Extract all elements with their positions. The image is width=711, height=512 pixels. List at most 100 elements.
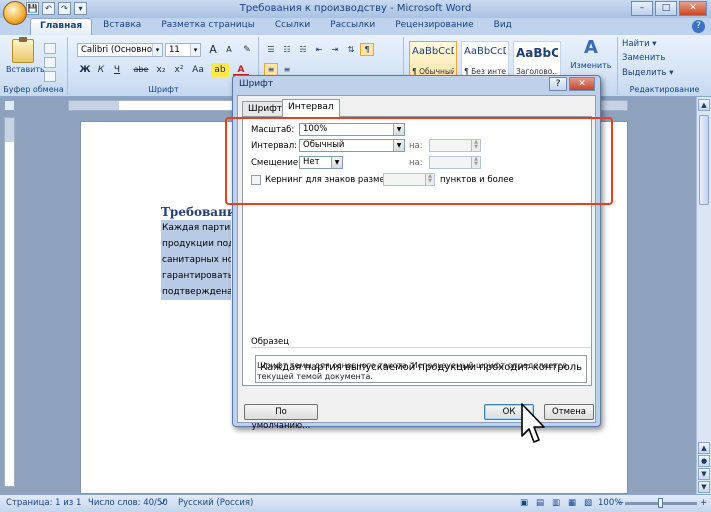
scroll-up-icon[interactable]: ▲ [698,99,710,111]
help-icon[interactable]: ? [692,20,705,33]
style-no-spacing[interactable]: AaBbCcDc ¶ Без инте... [461,41,509,79]
spellcheck-icon[interactable]: ✓ [160,498,167,508]
increase-indent-icon[interactable]: ⇥ [328,43,342,56]
zoom-in-icon[interactable]: + [700,498,707,508]
font-group: Calibri (Основной те ▾ 11 ▾ A A ✎ Ж К Ч … [69,37,259,95]
tab-page-layout[interactable]: Разметка страницы [152,18,264,35]
zoom-slider-thumb[interactable] [658,498,663,508]
font-group-label: Шрифт [148,85,179,94]
view-full-screen-icon[interactable]: ▤ [536,498,544,508]
vertical-scrollbar[interactable]: ▲ ▲ ● ▼ ▼ [696,97,711,494]
scroll-thumb[interactable] [699,115,709,205]
paste-button[interactable]: Вставить [6,37,45,79]
word-count[interactable]: Число слов: 40/50 [88,498,168,508]
tab-references[interactable]: Ссылки [266,18,319,35]
ruler-margin-top [5,118,14,142]
title-bar: 💾 ↶ ↷ ▾ Требования к производству - Micr… [0,0,711,18]
grow-font-icon[interactable]: A [205,43,221,57]
zoom-slider[interactable] [625,498,697,508]
doc-line: санитарных нор [162,255,231,265]
italic-button[interactable]: К [93,63,109,77]
document-selected-text: Каждая партия в продукции подв санитарны… [161,220,231,300]
tab-home[interactable]: Главная [30,18,93,35]
sample-legend: Образец [251,337,290,347]
doc-line: Каждая партия в [162,223,231,233]
editing-group-label: Редактирование [629,85,700,94]
maximize-button[interactable]: □ [655,1,677,16]
tab-review[interactable]: Рецензирование [386,18,482,35]
format-painter-icon[interactable] [44,71,56,82]
change-styles-icon: A [584,37,598,58]
window-title: Требования к производству - Microsoft Wo… [239,3,472,14]
find-button[interactable]: Найти ▾ [622,39,657,49]
copy-icon[interactable] [44,57,56,68]
change-case-button[interactable]: Aa [189,63,207,77]
doc-line: гарантировать п [162,271,231,281]
underline-button[interactable]: Ч [109,63,125,77]
view-outline-icon[interactable]: ▦ [568,498,576,508]
font-name-combo[interactable]: Calibri (Основной те ▾ [77,43,163,57]
prev-page-icon[interactable]: ▲ [698,442,710,454]
tab-mailings[interactable]: Рассылки [321,18,384,35]
office-button[interactable] [3,1,27,25]
font-size-combo[interactable]: 11 ▾ [165,43,201,57]
cut-icon[interactable] [44,43,56,54]
select-button[interactable]: Выделить ▾ [622,68,674,78]
sort-icon[interactable]: ⇅ [344,43,358,56]
chevron-down-icon: ▾ [152,44,162,56]
sample-divider [251,347,591,348]
mouse-cursor-icon [521,403,545,443]
language-indicator[interactable]: Русский (Россия) [178,498,253,508]
minimize-button[interactable]: – [631,1,653,16]
subscript-button[interactable]: x₂ [153,63,169,77]
tab-selector[interactable] [4,100,15,111]
ribbon-tabs-bar: Главная Вставка Разметка страницы Ссылки… [0,18,711,35]
annotation-highlight-frame [225,117,613,205]
dialog-close-button[interactable]: ✕ [569,77,595,91]
paste-label: Вставить [6,65,45,74]
decrease-indent-icon[interactable]: ⇤ [312,43,326,56]
change-styles-label: Изменить [570,61,612,70]
clipboard-group-label: Буфер обмена [3,85,64,94]
highlight-button[interactable]: ab [211,63,229,77]
paste-icon [12,37,34,63]
view-print-layout-icon[interactable]: ▣ [520,498,528,508]
vertical-ruler[interactable] [4,117,15,487]
view-web-icon[interactable]: ▥ [552,498,560,508]
tab-view[interactable]: Вид [485,18,521,35]
ruler-margin-left [69,101,119,110]
style-heading[interactable]: AaBbC Заголово... [513,41,561,79]
browse-object-icon[interactable]: ● [698,455,710,467]
sample-note: Шрифт темы для основного текста. Использ… [257,361,567,381]
zoom-out-icon[interactable]: − [617,498,624,508]
font-size-value: 11 [169,45,180,55]
doc-line: продукции подв [162,239,231,249]
bold-button[interactable]: Ж [77,63,93,77]
replace-button[interactable]: Заменить [622,53,665,63]
tab-insert[interactable]: Вставка [94,18,150,35]
numbering-icon[interactable]: ☷ [280,43,294,56]
dialog-help-button[interactable]: ? [549,77,567,91]
next-page-icon[interactable]: ▼ [698,468,710,480]
tab-interval[interactable]: Интервал [282,99,340,117]
multilevel-list-icon[interactable]: ☵ [296,43,310,56]
bullets-icon[interactable]: ☰ [264,43,278,56]
close-button[interactable]: ✕ [679,1,707,16]
cancel-button[interactable]: Отмена [544,404,594,420]
superscript-button[interactable]: x² [171,63,187,77]
style-sample: AaBbCcDc [412,46,454,57]
show-marks-icon[interactable]: ¶ [360,43,374,56]
clear-formatting-icon[interactable]: ✎ [239,43,255,57]
shrink-font-icon[interactable]: A [221,43,237,57]
strikethrough-button[interactable]: abe [131,63,151,77]
ribbon-tabs: Главная Вставка Разметка страницы Ссылки… [30,18,521,35]
page-counter[interactable]: Страница: 1 из 1 [6,498,81,508]
style-normal[interactable]: AaBbCcDc ¶ Обычный [409,41,457,79]
word-window: 💾 ↶ ↷ ▾ Требования к производству - Micr… [0,0,711,512]
chevron-down-icon: ▾ [190,44,200,56]
default-button[interactable]: По умолчанию... [244,404,318,431]
dialog-title: Шрифт [239,79,274,89]
scroll-down-icon[interactable]: ▼ [698,481,710,493]
font-name-value: Calibri (Основной те [81,45,163,55]
view-draft-icon[interactable]: ▧ [584,498,592,508]
